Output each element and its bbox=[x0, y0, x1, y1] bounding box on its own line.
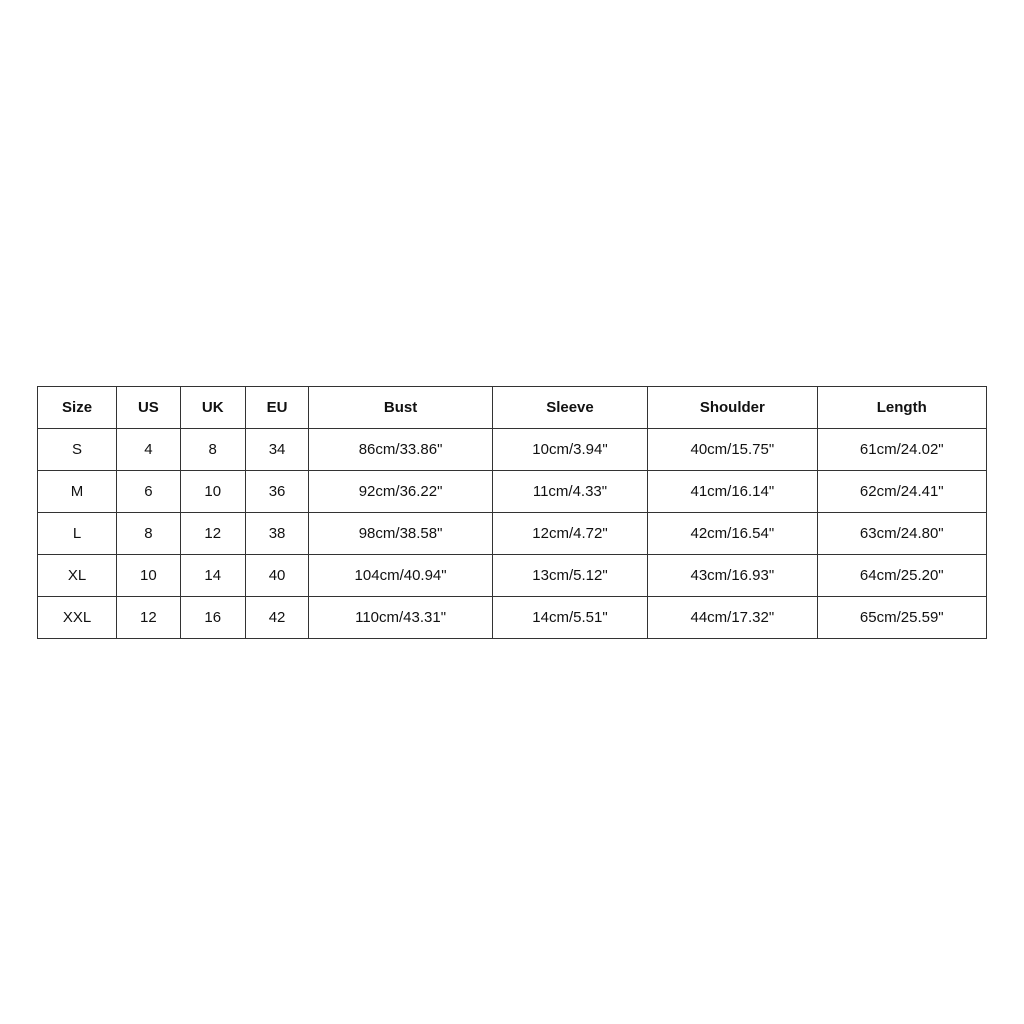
cell-us: 6 bbox=[117, 470, 181, 512]
header-eu: EU bbox=[245, 386, 309, 428]
header-bust: Bust bbox=[309, 386, 492, 428]
cell-uk: 16 bbox=[180, 596, 245, 638]
cell-eu: 36 bbox=[245, 470, 309, 512]
cell-sleeve: 14cm/5.51" bbox=[492, 596, 647, 638]
cell-shoulder: 44cm/17.32" bbox=[648, 596, 817, 638]
table-row: M6103692cm/36.22"11cm/4.33"41cm/16.14"62… bbox=[38, 470, 987, 512]
table-row: S483486cm/33.86"10cm/3.94"40cm/15.75"61c… bbox=[38, 428, 987, 470]
cell-length: 64cm/25.20" bbox=[817, 554, 986, 596]
cell-shoulder: 41cm/16.14" bbox=[648, 470, 817, 512]
cell-uk: 8 bbox=[180, 428, 245, 470]
cell-sleeve: 10cm/3.94" bbox=[492, 428, 647, 470]
cell-bust: 86cm/33.86" bbox=[309, 428, 492, 470]
cell-us: 12 bbox=[117, 596, 181, 638]
cell-bust: 110cm/43.31" bbox=[309, 596, 492, 638]
cell-us: 8 bbox=[117, 512, 181, 554]
header-length: Length bbox=[817, 386, 986, 428]
header-shoulder: Shoulder bbox=[648, 386, 817, 428]
cell-uk: 10 bbox=[180, 470, 245, 512]
cell-eu: 40 bbox=[245, 554, 309, 596]
cell-size: M bbox=[38, 470, 117, 512]
table-row: XXL121642110cm/43.31"14cm/5.51"44cm/17.3… bbox=[38, 596, 987, 638]
table-row: XL101440104cm/40.94"13cm/5.12"43cm/16.93… bbox=[38, 554, 987, 596]
cell-bust: 92cm/36.22" bbox=[309, 470, 492, 512]
cell-bust: 104cm/40.94" bbox=[309, 554, 492, 596]
cell-size: XXL bbox=[38, 596, 117, 638]
cell-length: 65cm/25.59" bbox=[817, 596, 986, 638]
cell-length: 61cm/24.02" bbox=[817, 428, 986, 470]
cell-uk: 12 bbox=[180, 512, 245, 554]
cell-bust: 98cm/38.58" bbox=[309, 512, 492, 554]
cell-size: L bbox=[38, 512, 117, 554]
table-row: L8123898cm/38.58"12cm/4.72"42cm/16.54"63… bbox=[38, 512, 987, 554]
cell-sleeve: 13cm/5.12" bbox=[492, 554, 647, 596]
header-us: US bbox=[117, 386, 181, 428]
cell-size: XL bbox=[38, 554, 117, 596]
size-chart-table: Size US UK EU Bust Sleeve Shoulder Lengt… bbox=[37, 386, 987, 639]
table-header-row: Size US UK EU Bust Sleeve Shoulder Lengt… bbox=[38, 386, 987, 428]
size-chart-container: Size US UK EU Bust Sleeve Shoulder Lengt… bbox=[37, 386, 987, 639]
header-sleeve: Sleeve bbox=[492, 386, 647, 428]
cell-sleeve: 12cm/4.72" bbox=[492, 512, 647, 554]
cell-uk: 14 bbox=[180, 554, 245, 596]
cell-shoulder: 42cm/16.54" bbox=[648, 512, 817, 554]
cell-sleeve: 11cm/4.33" bbox=[492, 470, 647, 512]
cell-eu: 42 bbox=[245, 596, 309, 638]
cell-us: 4 bbox=[117, 428, 181, 470]
cell-shoulder: 40cm/15.75" bbox=[648, 428, 817, 470]
cell-us: 10 bbox=[117, 554, 181, 596]
cell-length: 63cm/24.80" bbox=[817, 512, 986, 554]
header-size: Size bbox=[38, 386, 117, 428]
cell-size: S bbox=[38, 428, 117, 470]
cell-shoulder: 43cm/16.93" bbox=[648, 554, 817, 596]
cell-length: 62cm/24.41" bbox=[817, 470, 986, 512]
cell-eu: 34 bbox=[245, 428, 309, 470]
cell-eu: 38 bbox=[245, 512, 309, 554]
header-uk: UK bbox=[180, 386, 245, 428]
